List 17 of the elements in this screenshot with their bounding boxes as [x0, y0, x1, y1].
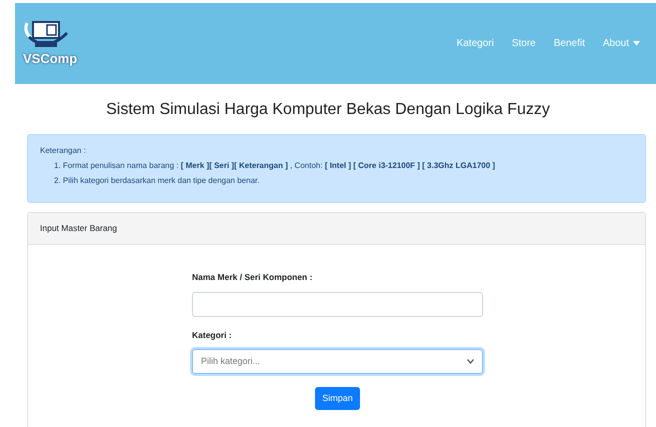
alert-item: 1. Format penulisan nama barang : [ Merk ][ Seri ][ Keterangan ] , Contoh: [ Intel ] [ Core i3-12100F ] [ 3.3Ghz LGA1700 ] [53, 160, 496, 172]
save-button[interactable]: Simpan [315, 387, 360, 410]
field-label: Kategori : [192, 328, 233, 342]
input-field[interactable] [192, 292, 483, 316]
alert-item: 2. Pilih kategori berdasarkan merk dan tipe dengan benar. [53, 175, 260, 187]
nav-link[interactable]: Store [512, 36, 536, 51]
page-title: Sistem Simulasi Harga Komputer Bekas Dengan Logika Fuzzy [105, 100, 551, 120]
alert-heading: Keterangan : [40, 145, 87, 157]
nav-link[interactable]: Kategori [456, 36, 494, 51]
caret-icon [633, 41, 640, 46]
chevron-down-icon [467, 359, 474, 364]
field-label: Nama Merk / Seri Komponen : [192, 270, 314, 284]
category-select[interactable]: Pilih kategori... [192, 349, 483, 374]
nav-link[interactable]: About [602, 36, 640, 51]
nav-link[interactable]: Benefit [554, 36, 585, 51]
card-header: Input Master Barang [28, 213, 645, 245]
brand-name[interactable]: VSComp [23, 51, 78, 68]
